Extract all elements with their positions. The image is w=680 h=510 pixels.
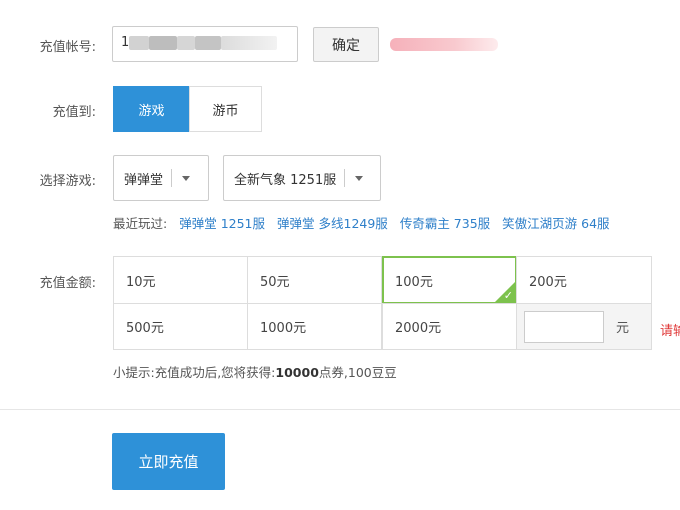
account-input[interactable]: 1 [112,26,298,62]
target-option-game[interactable]: 游戏 [113,86,190,132]
confirm-account-button[interactable]: 确定 [313,27,379,62]
amount-option-2000[interactable]: 2000元 [382,303,517,350]
amount-label: 充值金额: [39,276,96,291]
amount-grid: 10元 50元 100元 ✓ 200元 500元 1000元 2000元 元 [113,256,652,350]
recent-game-link[interactable]: 传奇霸主 735服 [400,216,490,231]
chevron-down-icon [355,175,364,181]
divider [0,409,680,410]
tip-suffix: 点券,100豆豆 [318,365,397,380]
custom-amount-cell: 元 [516,303,652,350]
target-label: 充值到: [52,105,96,120]
game-select[interactable]: 弹弹堂 [113,155,209,201]
amount-option-100-label: 100元 [395,274,433,290]
recharge-tip: 小提示:充值成功后,您将获得:10000点券,100豆豆 [113,362,397,381]
chevron-down-icon [182,175,191,181]
amount-option-500[interactable]: 500元 [113,303,248,350]
server-select-value: 全新气象 1251服 [234,172,337,188]
game-label: 选择游戏: [39,174,96,189]
recent-label: 最近玩过: [113,216,168,231]
recharge-now-button[interactable]: 立即充值 [112,433,225,490]
amount-option-1000[interactable]: 1000元 [247,303,382,350]
amount-warning-text: 请输 [660,324,680,339]
amount-option-200[interactable]: 200元 [516,256,652,304]
amount-option-50[interactable]: 50元 [247,256,382,304]
amount-option-10[interactable]: 10元 [113,256,248,304]
recent-game-link[interactable]: 弹弹堂 1251服 [179,216,265,231]
amount-option-100-selected[interactable]: 100元 ✓ [382,256,517,304]
tip-prefix: 小提示:充值成功后,您将获得: [113,365,276,380]
custom-amount-unit: 元 [616,321,630,336]
account-label: 充值帐号: [39,40,96,55]
tip-points: 10000 [275,365,319,380]
recent-game-link[interactable]: 弹弹堂 多线1249服 [277,216,388,231]
account-status-blur [390,38,498,51]
recent-game-link[interactable]: 笑傲江湖页游 64服 [502,216,609,231]
game-select-value: 弹弹堂 [124,172,164,188]
check-icon: ✓ [503,289,513,302]
custom-amount-input[interactable] [524,310,604,343]
recent-games: 最近玩过: 弹弹堂 1251服 弹弹堂 多线1249服 传奇霸主 735服 笑傲江湖页游… [113,213,610,232]
server-select[interactable]: 全新气象 1251服 [223,155,381,201]
target-option-coin[interactable]: 游币 [189,86,262,132]
